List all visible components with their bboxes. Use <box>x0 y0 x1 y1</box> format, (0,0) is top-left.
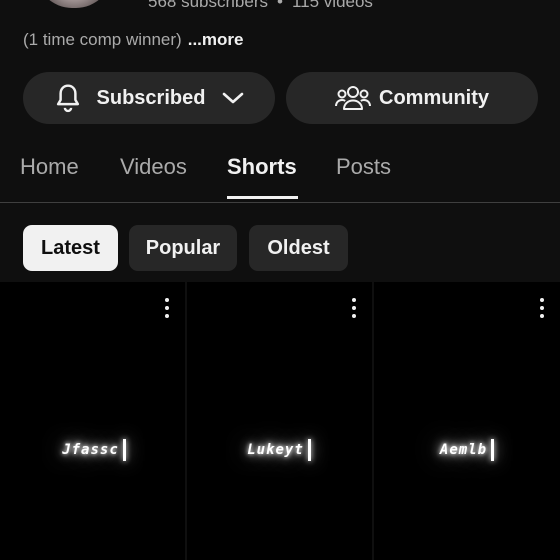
more-vert-icon[interactable] <box>532 296 552 320</box>
subscriber-count: 568 subscribers <box>148 0 269 11</box>
description-text: (1 time comp winner) <box>23 30 182 49</box>
short-tile[interactable]: Lukeyt <box>187 282 372 560</box>
short-title: Jfassc <box>62 442 119 458</box>
video-count: 115 videos <box>291 0 373 11</box>
cursor-bar <box>122 439 126 461</box>
active-tab-indicator <box>227 196 298 199</box>
subscribed-label: Subscribed <box>96 86 206 109</box>
short-thumbnail-text: Jfassc <box>24 420 164 480</box>
shorts-grid: Jfassc Lukeyt Aemlb <box>0 282 560 560</box>
community-icon <box>335 84 371 112</box>
short-thumbnail-text: Lukeyt <box>209 420 349 480</box>
cursor-bar <box>307 439 311 461</box>
short-title: Lukeyt <box>247 442 304 458</box>
bell-icon <box>53 82 83 114</box>
stats-separator: • <box>277 0 283 11</box>
short-tile[interactable]: Jfassc <box>0 282 185 560</box>
tab-shorts[interactable]: Shorts <box>227 154 297 180</box>
short-tile[interactable]: Aemlb <box>374 282 560 560</box>
tab-videos[interactable]: Videos <box>120 154 187 180</box>
channel-tabs: Home Videos Shorts Posts <box>0 150 560 203</box>
short-title: Aemlb <box>439 442 488 458</box>
filter-chip-oldest[interactable]: Oldest <box>249 225 348 271</box>
subscribed-button[interactable]: Subscribed <box>23 72 275 124</box>
channel-stats: 568 subscribers • 115 videos <box>148 0 373 12</box>
more-link[interactable]: ...more <box>188 30 244 49</box>
cursor-bar <box>491 439 495 461</box>
filter-chip-latest[interactable]: Latest <box>23 225 118 271</box>
chevron-down-icon <box>221 90 245 106</box>
tab-posts[interactable]: Posts <box>336 154 391 180</box>
short-thumbnail-text: Aemlb <box>397 420 537 480</box>
community-button[interactable]: Community <box>286 72 538 124</box>
tab-home[interactable]: Home <box>20 154 79 180</box>
more-vert-icon[interactable] <box>344 296 364 320</box>
community-label: Community <box>379 86 489 109</box>
more-vert-icon[interactable] <box>157 296 177 320</box>
channel-avatar[interactable] <box>36 0 112 8</box>
channel-description[interactable]: (1 time comp winner) ...more <box>23 30 243 50</box>
filter-chip-popular[interactable]: Popular <box>129 225 237 271</box>
